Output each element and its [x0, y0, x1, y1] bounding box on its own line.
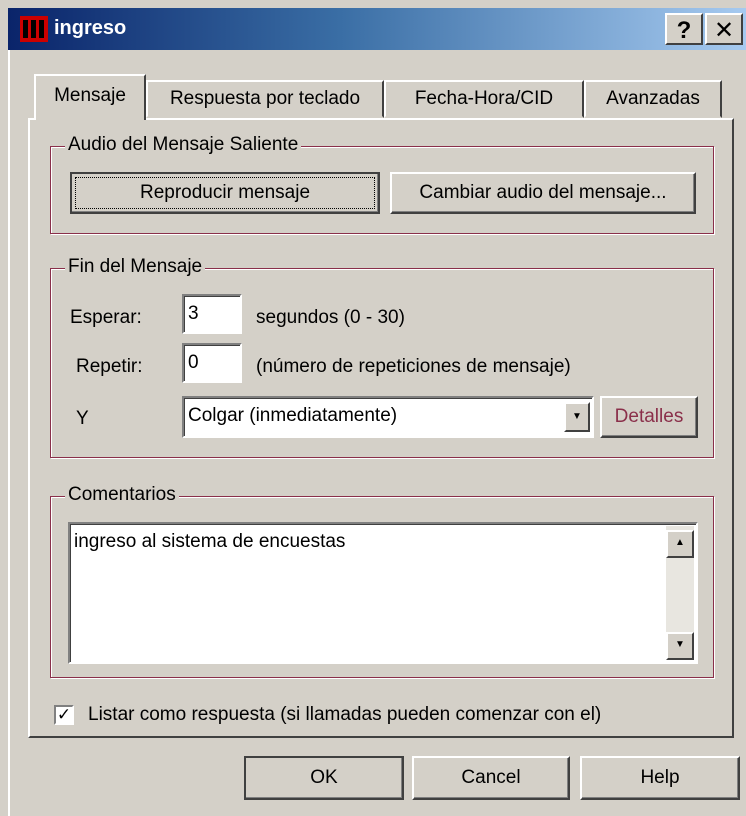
then-action-dropdown[interactable]: Colgar (inmediatamente) [182, 396, 594, 438]
tab-avanzadas[interactable]: Avanzadas [584, 80, 722, 118]
repeat-count-input[interactable]: 0 [182, 343, 242, 383]
end-group-title: Fin del Mensaje [65, 256, 206, 278]
tab-fecha-hora-cid[interactable]: Fecha-Hora/CID [384, 80, 584, 118]
audio-group-title: Audio del Mensaje Saliente [65, 134, 302, 156]
app-logo-icon [20, 16, 48, 42]
change-audio-button[interactable]: Cambiar audio del mensaje... [390, 172, 696, 214]
close-button[interactable]: ✕ [705, 13, 743, 45]
tab-mensaje[interactable]: Mensaje [34, 74, 146, 120]
wait-label: Esperar: [70, 307, 142, 328]
dropdown-arrow-icon[interactable]: ▼ [564, 402, 590, 432]
then-action-value: Colgar (inmediatamente) [188, 405, 398, 426]
scroll-up-icon[interactable]: ▲ [666, 530, 694, 558]
help-footer-button[interactable]: Help [580, 756, 740, 800]
list-as-response-checkbox[interactable]: ✓ [54, 705, 74, 725]
ok-button[interactable]: OK [244, 756, 404, 800]
repeat-label: Repetir: [76, 356, 143, 377]
comments-text: ingreso al sistema de encuestas [74, 531, 346, 552]
cancel-button[interactable]: Cancel [412, 756, 570, 800]
wait-unit-label: segundos (0 - 30) [256, 307, 405, 328]
comments-textarea[interactable]: ingreso al sistema de encuestas [68, 522, 698, 664]
list-as-response-label: Listar como respuesta (si llamadas puede… [88, 704, 602, 725]
comments-group-title: Comentarios [65, 484, 179, 506]
tab-respuesta-por-teclado[interactable]: Respuesta por teclado [146, 80, 384, 118]
title-bar: ingreso ? ✕ [8, 8, 746, 50]
play-message-button[interactable]: Reproducir mensaje [70, 172, 380, 214]
wait-seconds-input[interactable]: 3 [182, 294, 242, 334]
scroll-down-icon[interactable]: ▼ [666, 632, 694, 660]
then-label: Y [76, 408, 89, 429]
window-title: ingreso [54, 17, 127, 39]
details-button[interactable]: Detalles [600, 396, 698, 438]
repeat-unit-label: (número de repeticiones de mensaje) [256, 356, 571, 377]
help-button[interactable]: ? [665, 13, 703, 45]
